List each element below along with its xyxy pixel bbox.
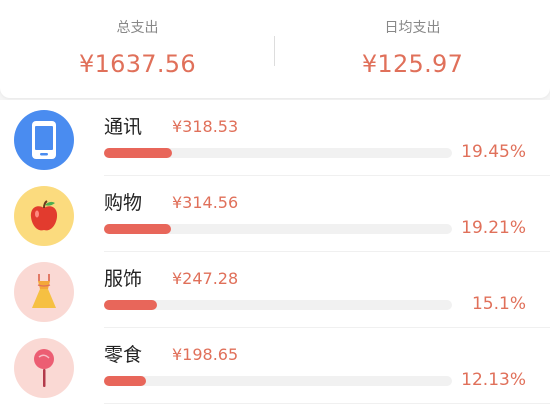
category-amount: ¥314.56 — [172, 193, 239, 212]
category-row-telecom[interactable]: 通讯 ¥318.53 19.45% — [0, 100, 550, 176]
summary-card: 总支出 ¥1637.56 日均支出 ¥125.97 — [0, 0, 550, 98]
category-progress-fill — [104, 224, 171, 234]
daily-average-label: 日均支出 — [384, 20, 441, 36]
category-icon-shopping — [14, 186, 74, 246]
category-percent: 19.45% — [461, 142, 526, 162]
category-icon-telecom — [14, 110, 74, 170]
category-percent: 12.13% — [461, 370, 526, 390]
daily-average-stat: 日均支出 ¥125.97 — [275, 18, 550, 82]
category-name: 零食 — [104, 344, 143, 366]
category-progress-fill — [104, 300, 157, 310]
category-progress-track — [104, 224, 452, 234]
total-expense-value: ¥1637.56 — [79, 50, 196, 78]
category-progress-track — [104, 376, 452, 386]
category-name: 服饰 — [104, 268, 143, 290]
total-expense-label: 总支出 — [116, 20, 159, 36]
dress-icon — [32, 274, 56, 308]
category-row-clothing[interactable]: 服饰 ¥247.28 15.1% — [0, 252, 550, 328]
total-expense-stat: 总支出 ¥1637.56 — [0, 18, 275, 82]
category-progress-track — [104, 300, 452, 310]
apple-icon — [30, 200, 58, 231]
category-progress-fill — [104, 376, 146, 386]
category-row-snacks[interactable]: 零食 ¥198.65 12.13% — [0, 328, 550, 404]
category-amount: ¥247.28 — [172, 269, 239, 288]
category-progress-track — [104, 148, 452, 158]
category-amount: ¥198.65 — [172, 345, 239, 364]
category-name: 通讯 — [104, 116, 143, 138]
category-progress-fill — [104, 148, 172, 158]
lollipop-icon — [34, 349, 54, 387]
category-list: 通讯 ¥318.53 19.45% 购物 ¥314.56 19.21% 服饰 ¥… — [0, 100, 550, 412]
phone-icon — [32, 121, 56, 159]
daily-average-value: ¥125.97 — [361, 50, 464, 78]
category-percent: 15.1% — [471, 294, 526, 314]
category-name: 购物 — [104, 192, 143, 214]
category-percent: 19.21% — [461, 218, 526, 238]
category-amount: ¥318.53 — [172, 117, 239, 136]
category-icon-clothing — [14, 262, 74, 322]
row-divider — [104, 403, 550, 404]
category-icon-snacks — [14, 338, 74, 398]
category-row-shopping[interactable]: 购物 ¥314.56 19.21% — [0, 176, 550, 252]
